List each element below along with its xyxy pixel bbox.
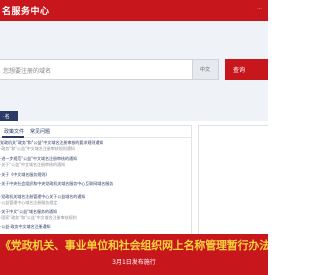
list-item[interactable]: ·关于《中文域名服务规则》 [0,172,192,178]
site-title: 名服务中心 [2,7,50,17]
promo-banner[interactable]: 《党政机关、事业单位和社会组织网上名称管理暂行办法》 3月1日发布施行 [0,234,268,275]
domain-search-input[interactable]: 您想要注册的域名 [0,59,193,80]
search-row: 您想要注册的域名 中文 查询 [0,59,268,80]
list-item-subtitle: ·国家"政务"和"公益"中文域名注册审核规则 [0,215,77,220]
search-placeholder: 您想要注册的域名 [3,68,52,75]
list-item[interactable]: ·进一步规范"公益"中文域名注册审核的通知 ·关于"公益"中文域名注册审核的通知 [0,156,192,168]
list-item[interactable]: ·关于中央社会组织和中央党政机关域名服务中心互联网域名服务 [0,181,192,187]
list-item-subtitle: ·政务"和"公益"中文域名注册审核规则通知 [0,146,75,151]
search-section: 您想要注册的域名 中文 查询 ·名 [0,21,268,122]
domain-suffix-label: 中文 [200,67,211,73]
list-item-subtitle: ·关于"公益"中文域名注册审核的通知 [0,162,65,167]
list-item[interactable]: ·公益·政务中文域名注册通知 [0,224,192,230]
list-item-title[interactable]: ·关于《中文域名服务规则》 [0,172,192,178]
panel-tabs: 政策文件 常见问题 [0,126,192,138]
active-tab-underline [2,136,24,138]
search-button[interactable]: 查询 [225,59,268,80]
header-right-link[interactable]: ··· [257,6,262,12]
list-item[interactable]: ·关于中文"公益"域名服务的通知 ·国家"政务"和"公益"中文域名注册审核规则 [0,209,192,221]
list-item-subtitle: ·公益管理中心域名注册服务规定 [0,200,58,205]
tab-faq[interactable]: 常见问题 [30,128,50,135]
banner-subline: 3月1日发布施行 [112,259,156,266]
top-header-bar: 名服务中心 ··· [0,0,268,21]
domain-suffix-select[interactable]: 中文 [193,59,219,80]
list-item-title[interactable]: ·关于中央社会组织和中央党政机关域名服务中心互联网域名服务 [0,181,192,187]
banner-headline: 《党政机关、事业单位和社会组织网上名称管理暂行办法》 [0,239,268,252]
search-button-label: 查询 [233,67,246,74]
list-item-title[interactable]: ·公益·政务中文域名注册通知 [0,224,192,230]
tab-policy-documents[interactable]: 政策文件 [4,128,24,135]
list-item[interactable]: ·党政机关域名注册管理中心关于公益域名的通知 ·公益管理中心域名注册服务规定 [0,194,192,206]
domain-tab-label: ·名 [3,114,10,120]
list-item[interactable]: 党政机关"政务"和"公益"中文域名注册审核的要求规则通知 ·政务"和"公益"中文… [0,140,192,152]
